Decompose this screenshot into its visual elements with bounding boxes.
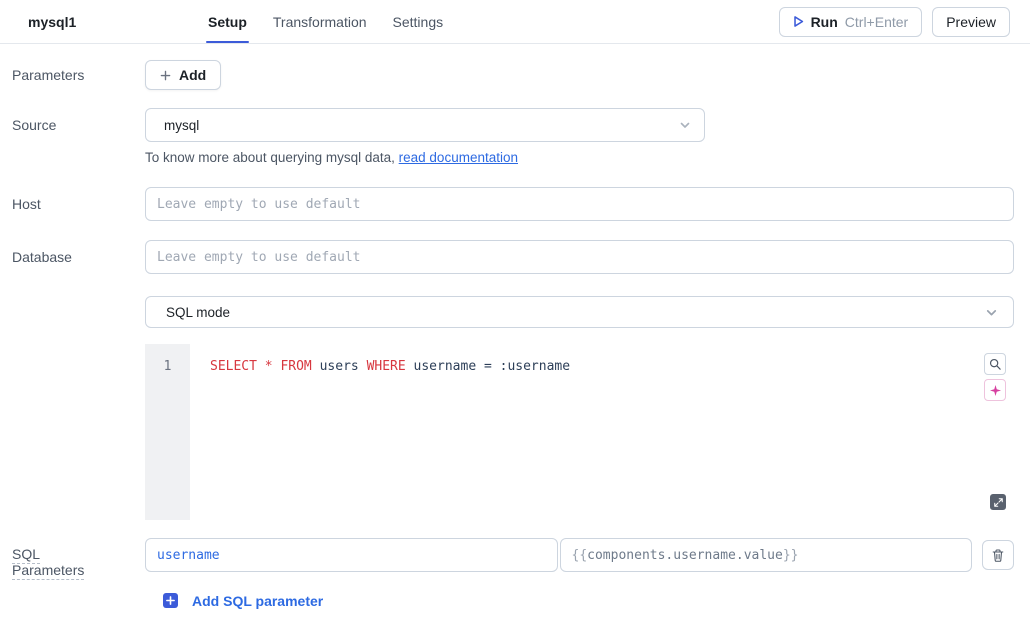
parameters-label: Parameters <box>12 60 145 90</box>
tab-settings[interactable]: Settings <box>391 0 446 43</box>
sql-mode-row: SQL mode <box>12 296 1014 328</box>
code-area[interactable]: SELECT * FROM users WHERE username = :us… <box>190 344 1014 520</box>
code-token: users <box>312 359 367 374</box>
line-number: 1 <box>145 359 190 374</box>
code-token: SELECT <box>210 359 257 374</box>
binding-close-brace: }} <box>783 548 799 563</box>
search-button[interactable] <box>984 353 1006 375</box>
header-actions: Run Ctrl+Enter Preview <box>779 0 1010 43</box>
search-icon <box>989 358 1001 370</box>
add-parameter-label: Add <box>179 67 206 83</box>
host-input[interactable] <box>145 187 1014 221</box>
sql-mode-select[interactable]: SQL mode <box>145 296 1014 328</box>
tab-setup[interactable]: Setup <box>206 0 249 43</box>
database-row: Database <box>12 240 1014 274</box>
binding-expression: components.username.value <box>587 548 783 563</box>
plus-icon <box>163 593 178 608</box>
sql-parameters-label: SQL Parameters <box>12 538 92 578</box>
query-title: mysql1 <box>28 0 206 43</box>
header: mysql1 Setup Transformation Settings Run… <box>0 0 1030 44</box>
ai-assist-button[interactable] <box>984 379 1006 401</box>
datasource-select[interactable]: mysql <box>145 108 705 142</box>
expand-icon <box>994 498 1003 507</box>
preview-button[interactable]: Preview <box>932 7 1010 37</box>
trash-icon <box>991 548 1005 563</box>
sql-editor: 1 SELECT * FROM users WHERE username = :… <box>145 344 1014 520</box>
add-parameter-button[interactable]: Add <box>145 60 221 90</box>
add-sql-parameter-row: Add SQL parameter <box>12 592 1014 610</box>
code-token: WHERE <box>367 359 406 374</box>
source-label: Source <box>12 108 145 165</box>
run-button[interactable]: Run Ctrl+Enter <box>779 7 923 37</box>
binding-open-brace: {{ <box>572 548 588 563</box>
setup-panel: Parameters Add Source mysql To know more… <box>0 60 1030 610</box>
database-label: Database <box>12 240 145 274</box>
tab-bar: Setup Transformation Settings <box>206 0 445 43</box>
expand-editor-button[interactable] <box>990 494 1006 510</box>
host-row: Host <box>12 187 1014 221</box>
add-sql-parameter-label: Add SQL parameter <box>192 593 323 609</box>
play-icon <box>793 15 804 28</box>
sql-mode-value: SQL mode <box>166 305 230 320</box>
database-input[interactable] <box>145 240 1014 274</box>
editor-row: 1 SELECT * FROM users WHERE username = :… <box>12 344 1014 520</box>
sql-parameter-item: {{components.username.value}} <box>145 538 1014 572</box>
parameters-row: Parameters Add <box>12 60 1014 90</box>
run-label: Run <box>811 14 838 30</box>
parameter-key-input[interactable] <box>145 538 558 572</box>
code-token: * <box>265 359 273 374</box>
add-sql-parameter-button[interactable]: Add SQL parameter <box>145 593 323 609</box>
source-hint: To know more about querying mysql data, … <box>145 150 1014 165</box>
sql-parameters-row: SQL Parameters {{components.username.val… <box>12 538 1014 578</box>
run-shortcut: Ctrl+Enter <box>845 14 908 30</box>
documentation-link[interactable]: read documentation <box>399 150 518 165</box>
code-token: FROM <box>280 359 311 374</box>
line-number-gutter: 1 <box>145 344 190 520</box>
source-row: Source mysql To know more about querying… <box>12 108 1014 165</box>
code-line[interactable]: SELECT * FROM users WHERE username = :us… <box>210 359 1014 374</box>
chevron-down-icon <box>678 118 692 132</box>
tab-transformation[interactable]: Transformation <box>271 0 369 43</box>
sparkle-icon <box>989 384 1002 397</box>
code-token: username = :username <box>406 359 570 374</box>
preview-label: Preview <box>946 14 996 30</box>
delete-parameter-button[interactable] <box>982 540 1014 570</box>
editor-toolbar <box>984 353 1006 401</box>
datasource-value: mysql <box>164 118 199 133</box>
host-label: Host <box>12 187 145 221</box>
parameter-value-input[interactable]: {{components.username.value}} <box>560 538 973 572</box>
chevron-down-icon <box>984 305 999 320</box>
plus-icon <box>160 70 171 81</box>
hint-text: To know more about querying mysql data, <box>145 150 395 165</box>
code-token <box>257 359 265 374</box>
